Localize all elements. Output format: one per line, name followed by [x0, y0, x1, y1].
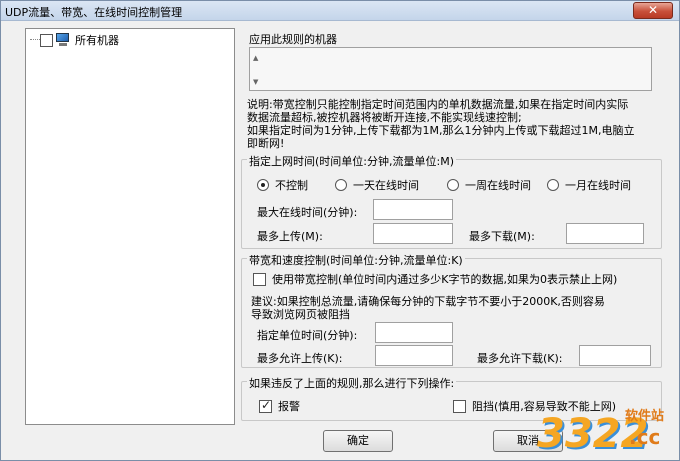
max-download-k-input[interactable] [579, 345, 651, 366]
max-download-m-input[interactable] [566, 223, 644, 244]
block-checkbox[interactable] [453, 399, 466, 413]
max-upload-m-input[interactable] [373, 223, 453, 244]
max-upload-m-label: 最多上传(M): [257, 230, 323, 243]
site-watermark: 3322 软件站 .cc [529, 405, 679, 461]
scroll-up-icon[interactable]: ▲ [253, 54, 258, 62]
bandwidth-group-title: 带宽和速度控制(时间单位:分钟,流量单位:K) [247, 252, 465, 268]
option-no-control[interactable]: 不控制 [257, 177, 308, 193]
daily-online-label: 一天在线时间 [353, 179, 419, 192]
applied-list-scrollbar[interactable]: ▲ ▼ [252, 48, 262, 90]
watermark-domain: .cc [629, 425, 661, 449]
max-upload-k-input[interactable] [375, 345, 453, 366]
max-online-input[interactable] [373, 199, 453, 220]
unit-time-label: 指定单位时间(分钟): [257, 329, 358, 342]
enable-bandwidth-checkbox[interactable] [253, 272, 266, 286]
ok-button[interactable]: 确定 [323, 430, 393, 452]
max-online-label: 最大在线时间(分钟): [257, 206, 358, 219]
close-icon: ✕ [647, 3, 659, 17]
applied-machines-list[interactable]: ▲ ▼ [249, 47, 652, 91]
online-time-group-title: 指定上网时间(时间单位:分钟,流量单位:M) [247, 153, 456, 169]
max-upload-k-label: 最多允许上传(K): [257, 352, 343, 365]
applied-machines-label: 应用此规则的机器 [249, 33, 337, 46]
tree-item-all-machines[interactable]: 所有机器 [40, 32, 119, 48]
daily-online-radio[interactable] [335, 179, 347, 191]
title-bar[interactable]: UDP流量、带宽、在线时间控制管理 ✕ [1, 1, 679, 21]
violation-group-title: 如果违反了上面的规则,那么进行下列操作: [247, 375, 457, 391]
unit-time-input[interactable] [375, 322, 453, 343]
watermark-site-label: 软件站 [625, 409, 665, 424]
no-control-label: 不控制 [275, 179, 308, 192]
alarm-checkbox[interactable] [259, 398, 272, 413]
enable-bandwidth-control[interactable]: 使用带宽控制(单位时间内通过多少K字节的数据,如果为0表示禁止上网) [253, 271, 617, 287]
weekly-online-label: 一周在线时间 [465, 179, 531, 192]
all-machines-label: 所有机器 [75, 34, 119, 47]
alarm-label: 报警 [278, 400, 300, 413]
description-line-3: 如果指定时间为1分钟,上传下载都为1M,那么1分钟内上传或下载超过1M,电脑立 [247, 124, 635, 137]
close-button[interactable]: ✕ [633, 2, 673, 19]
option-daily-online[interactable]: 一天在线时间 [335, 177, 419, 193]
window-title: UDP流量、带宽、在线时间控制管理 [5, 6, 183, 19]
machine-tree[interactable]: 所有机器 [25, 28, 235, 425]
dialog-window: UDP流量、带宽、在线时间控制管理 ✕ 所有机器 应用此规则的机器 ▲ ▼ 说明… [0, 0, 680, 461]
monthly-online-label: 一月在线时间 [565, 179, 631, 192]
computer-icon [55, 33, 71, 47]
enable-bandwidth-label: 使用带宽控制(单位时间内通过多少K字节的数据,如果为0表示禁止上网) [272, 273, 618, 286]
advice-line-2: 导致浏览网页被阻挡 [251, 308, 350, 321]
monthly-online-radio[interactable] [547, 179, 559, 191]
option-monthly-online[interactable]: 一月在线时间 [547, 177, 631, 193]
option-weekly-online[interactable]: 一周在线时间 [447, 177, 531, 193]
alarm-option[interactable]: 报警 [259, 398, 300, 414]
description-line-4: 即断网! [247, 137, 285, 150]
scroll-down-icon[interactable]: ▼ [253, 78, 258, 86]
no-control-radio[interactable] [257, 179, 269, 191]
max-download-m-label: 最多下载(M): [469, 230, 535, 243]
tree-connector [30, 39, 40, 40]
all-machines-checkbox[interactable] [40, 33, 53, 47]
weekly-online-radio[interactable] [447, 179, 459, 191]
max-download-k-label: 最多允许下载(K): [477, 352, 563, 365]
